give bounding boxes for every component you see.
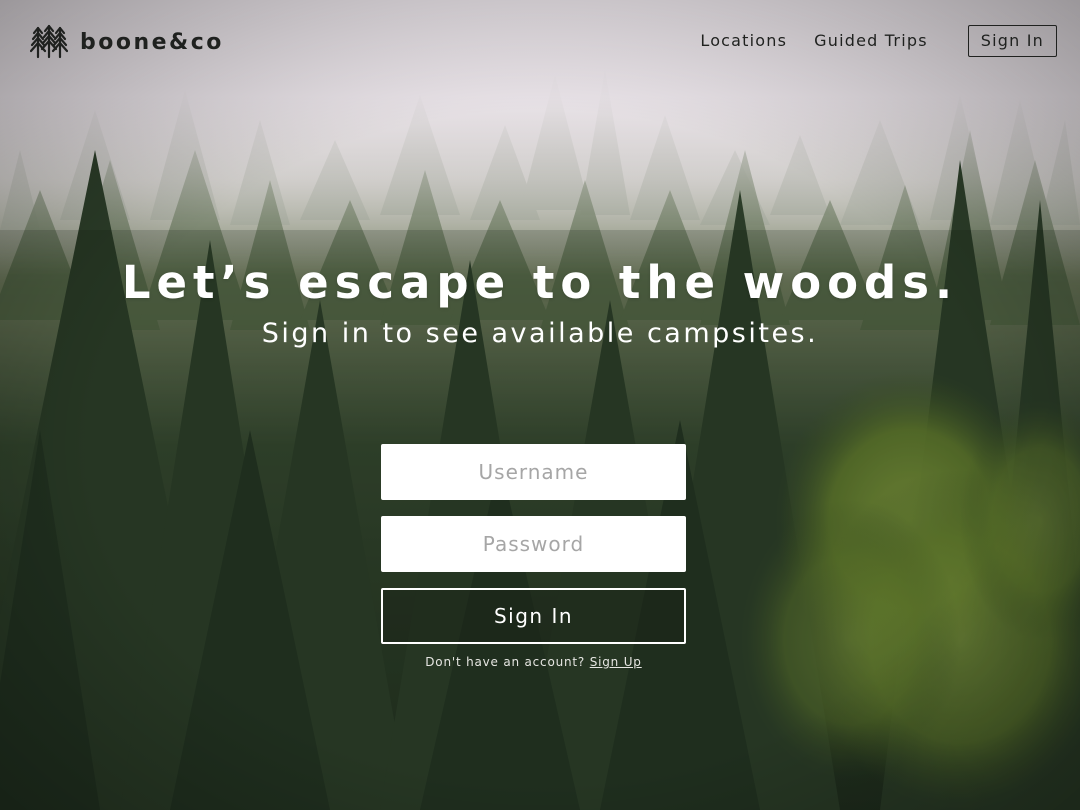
main-nav: Locations Guided Trips Sign In — [700, 24, 1057, 57]
hero: Let’s escape to the woods. Sign in to se… — [0, 252, 1080, 352]
nav-locations-link[interactable]: Locations — [700, 31, 787, 50]
username-input[interactable] — [381, 444, 686, 500]
brand-logo[interactable]: boone&co — [30, 24, 224, 60]
sign-in-submit-button[interactable]: Sign In — [381, 588, 686, 644]
forest-background — [0, 0, 1080, 810]
hero-title: Let’s escape to the woods. — [121, 256, 959, 309]
pine-trees-icon — [30, 24, 68, 59]
signup-prompt-line: Don't have an account? Sign Up — [381, 655, 686, 669]
sign-up-link[interactable]: Sign Up — [590, 655, 642, 669]
header-sign-in-button[interactable]: Sign In — [967, 24, 1057, 57]
sign-in-form: Sign In Don't have an account? Sign Up — [381, 444, 686, 669]
nav-guided-trips-link[interactable]: Guided Trips — [814, 31, 928, 50]
password-input[interactable] — [381, 516, 686, 572]
hero-subtitle: Sign in to see available campsites. — [261, 318, 819, 349]
signup-prompt-text: Don't have an account? — [425, 655, 586, 669]
brand-name: boone&co — [80, 29, 224, 55]
site-header: boone&co Locations Guided Trips Sign In — [0, 0, 1080, 84]
